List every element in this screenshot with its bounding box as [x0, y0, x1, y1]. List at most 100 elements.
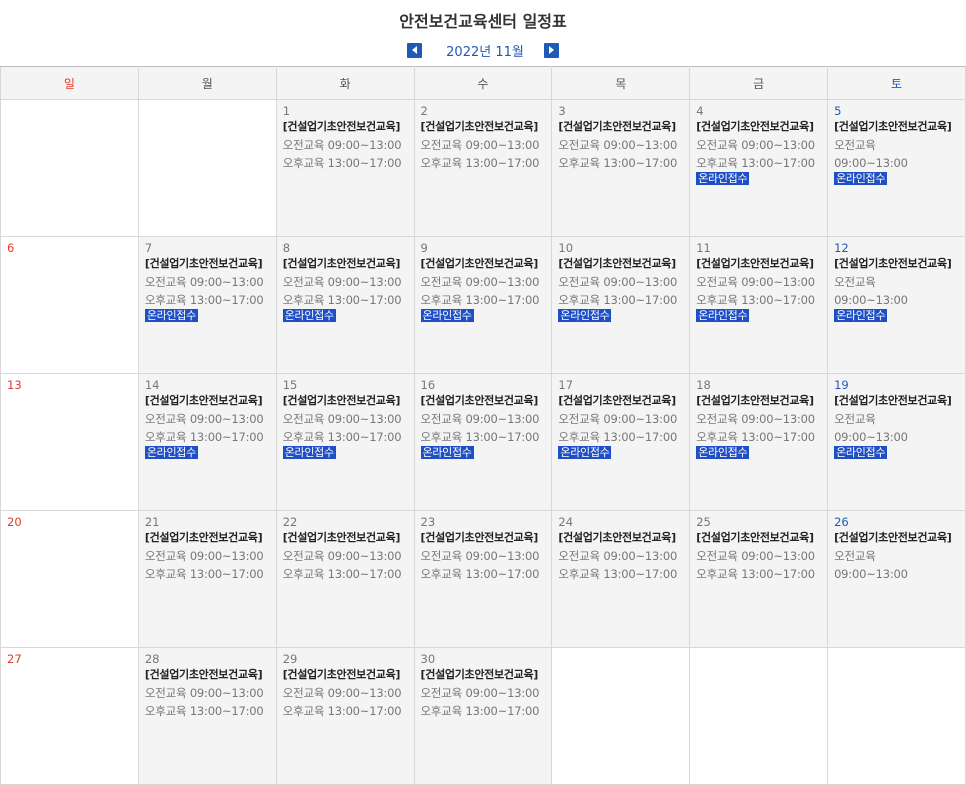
calendar-day-cell[interactable]: 2 [건설업기초안전보건교육] 오전교육 09:00~13:00 오후교육 13:00…: [413, 99, 553, 237]
calendar-day-cell[interactable]: 26 [건설업기초안전보건교육] 오전교육 09:00~13:00: [827, 510, 966, 648]
calendar-day-cell[interactable]: 23 [건설업기초안전보건교육] 오전교육 09:00~13:00 오후교육 13:0…: [413, 510, 553, 648]
online-registration-button[interactable]: 온라인접수: [144, 446, 198, 459]
day-number: 23: [420, 515, 436, 529]
online-registration-button[interactable]: 온라인접수: [420, 309, 474, 322]
afternoon-session: 오후교육 13:00~17:00: [696, 430, 815, 444]
calendar-day-cell[interactable]: 28 [건설업기초안전보건교육] 오전교육 09:00~13:00 오후교육 13:0…: [137, 647, 277, 785]
afternoon-session: 오후교육 13:00~17:00: [420, 156, 540, 170]
month-label: 2022년 11월: [446, 44, 524, 60]
calendar-body: 1 [건설업기초안전보건교육] 오전교육 09:00~13:00 오후교육 13:00…: [0, 99, 966, 785]
online-registration-button[interactable]: 온라인접수: [558, 309, 612, 322]
online-registration-button[interactable]: 온라인접수: [696, 446, 750, 459]
day-number: 15: [282, 378, 298, 392]
online-registration-button[interactable]: 온라인접수: [696, 309, 750, 322]
day-number: 25: [696, 515, 711, 529]
calendar-day-cell[interactable]: 20: [0, 510, 139, 648]
calendar-day-cell[interactable]: 16 [건설업기초안전보건교육] 오전교육 09:00~13:00 오후교육 13:0…: [413, 373, 553, 511]
course-title: [건설업기초안전보건교육]: [558, 120, 676, 133]
morning-session: 오전교육 09:00~13:00: [282, 686, 402, 700]
morning-session: 오전교육 09:00~13:00: [144, 686, 264, 700]
online-registration-button[interactable]: 온라인접수: [558, 446, 612, 459]
course-title: [건설업기초안전보건교육]: [420, 394, 539, 407]
day-number: 24: [558, 515, 574, 529]
day-number: 20: [7, 515, 22, 529]
weekday-header-thu: 목: [551, 66, 691, 100]
afternoon-session: 오후교육 13:00~17:00: [144, 704, 264, 718]
afternoon-session: 오후교육 13:00~17:00: [282, 567, 402, 581]
morning-session: 오전교육 09:00~13:00: [420, 412, 540, 426]
online-registration-button[interactable]: 온라인접수: [834, 172, 888, 185]
calendar-day-cell: [827, 647, 966, 785]
morning-session: 오전교육 09:00~13:00: [696, 412, 815, 426]
course-title: [건설업기초안전보건교육]: [144, 394, 263, 407]
calendar-day-cell[interactable]: 11 [건설업기초안전보건교육] 오전교육 09:00~13:00 오후교육 13:0…: [689, 236, 829, 374]
calendar-week-row: 6 7 [건설업기초안전보건교육] 오전교육 09:00~13:00 오후교육 13:0…: [0, 236, 966, 374]
calendar-day-cell[interactable]: 29 [건설업기초안전보건교육] 오전교육 09:00~13:00 오후교육 13:0…: [275, 647, 415, 785]
next-month-button[interactable]: [543, 42, 559, 58]
calendar-week-row: 1 [건설업기초안전보건교육] 오전교육 09:00~13:00 오후교육 13:00…: [0, 99, 966, 237]
course-title: [건설업기초안전보건교육]: [834, 257, 952, 270]
calendar-day-cell[interactable]: 3 [건설업기초안전보건교육] 오전교육 09:00~13:00 오후교육 13:00…: [551, 99, 691, 237]
course-title: [건설업기초안전보건교육]: [696, 394, 814, 407]
morning-session: 오전교육 09:00~13:00: [696, 138, 815, 152]
day-number: 5: [834, 104, 842, 118]
afternoon-session: 오후교육 13:00~17:00: [420, 430, 540, 444]
online-registration-button[interactable]: 온라인접수: [834, 309, 888, 322]
afternoon-session: 오후교육 13:00~17:00: [144, 567, 264, 581]
calendar-day-cell[interactable]: 6: [0, 236, 139, 374]
arrow-right-icon: [549, 46, 555, 54]
online-registration-button[interactable]: 온라인접수: [696, 172, 750, 185]
day-number: 21: [144, 515, 160, 529]
calendar-day-cell[interactable]: 10 [건설업기초안전보건교육] 오전교육 09:00~13:00 오후교육 13:0…: [551, 236, 691, 374]
calendar-day-cell[interactable]: 17 [건설업기초안전보건교육] 오전교육 09:00~13:00 오후교육 13:0…: [551, 373, 691, 511]
calendar-day-cell[interactable]: 9 [건설업기초안전보건교육] 오전교육 09:00~13:00 오후교육 13:00…: [413, 236, 553, 374]
calendar-day-cell[interactable]: 30 [건설업기초안전보건교육] 오전교육 09:00~13:00 오후교육 13:0…: [413, 647, 553, 785]
calendar-day-cell[interactable]: 12 [건설업기초안전보건교육] 오전교육 09:00~13:00 온라인접수: [827, 236, 966, 374]
afternoon-session: 오후교육 13:00~17:00: [696, 567, 815, 581]
calendar-day-cell[interactable]: 27: [0, 647, 139, 785]
day-number: 6: [7, 241, 15, 255]
day-number: 11: [696, 241, 711, 255]
calendar-day-cell[interactable]: 24 [건설업기초안전보건교육] 오전교육 09:00~13:00 오후교육 13:0…: [551, 510, 691, 648]
online-registration-button[interactable]: 온라인접수: [144, 309, 198, 322]
weekday-header-fri: 금: [689, 66, 829, 100]
day-number: 3: [558, 104, 566, 118]
morning-session-time: 09:00~13:00: [834, 156, 908, 170]
morning-session-label: 오전교육: [834, 138, 876, 152]
afternoon-session: 오후교육 13:00~17:00: [696, 156, 815, 170]
calendar-day-cell: [551, 647, 691, 785]
calendar-day-cell[interactable]: 25 [건설업기초안전보건교육] 오전교육 09:00~13:00 오후교육 13:0…: [689, 510, 829, 648]
calendar-day-cell[interactable]: 8 [건설업기초안전보건교육] 오전교육 09:00~13:00 오후교육 13:00…: [275, 236, 415, 374]
online-registration-button[interactable]: 온라인접수: [420, 446, 474, 459]
calendar-day-cell[interactable]: 4 [건설업기초안전보건교육] 오전교육 09:00~13:00 오후교육 13:00…: [689, 99, 829, 237]
morning-session: 오전교육 09:00~13:00: [282, 549, 402, 563]
day-number: 17: [558, 378, 574, 392]
day-number: 14: [144, 378, 160, 392]
online-registration-button[interactable]: 온라인접수: [834, 446, 888, 459]
course-title: [건설업기초안전보건교육]: [558, 257, 676, 270]
calendar-day-cell[interactable]: 5 [건설업기초안전보건교육] 오전교육 09:00~13:00 온라인접수: [827, 99, 966, 237]
day-number: 26: [834, 515, 849, 529]
calendar-day-cell[interactable]: 18 [건설업기초안전보건교육] 오전교육 09:00~13:00 오후교육 13:0…: [689, 373, 829, 511]
calendar-day-cell[interactable]: 21 [건설업기초안전보건교육] 오전교육 09:00~13:00 오후교육 13:0…: [137, 510, 277, 648]
calendar-day-cell[interactable]: 14 [건설업기초안전보건교육] 오전교육 09:00~13:00 오후교육 13:0…: [137, 373, 277, 511]
calendar-day-cell[interactable]: 1 [건설업기초안전보건교육] 오전교육 09:00~13:00 오후교육 13:00…: [275, 99, 415, 237]
morning-session-time: 09:00~13:00: [834, 430, 908, 444]
course-title: [건설업기초안전보건교육]: [834, 531, 952, 544]
calendar-day-cell[interactable]: 7 [건설업기초안전보건교육] 오전교육 09:00~13:00 오후교육 13:00…: [137, 236, 277, 374]
calendar-table: 일 월 화 수 목 금 토 1 [건설업기초안전보건교육] 오전교육 09:00~1…: [0, 66, 966, 785]
morning-session-label: 오전교육: [834, 412, 876, 426]
course-title: [건설업기초안전보건교육]: [282, 531, 401, 544]
morning-session: 오전교육 09:00~13:00: [558, 275, 678, 289]
calendar-day-cell[interactable]: 13: [0, 373, 139, 511]
calendar-day-cell[interactable]: 19 [건설업기초안전보건교육] 오전교육 09:00~13:00 온라인접수: [827, 373, 966, 511]
course-title: [건설업기초안전보건교육]: [834, 394, 952, 407]
prev-month-button[interactable]: [407, 42, 423, 58]
day-number: 9: [420, 241, 428, 255]
online-registration-button[interactable]: 온라인접수: [282, 446, 336, 459]
online-registration-button[interactable]: 온라인접수: [282, 309, 336, 322]
morning-session-label: 오전교육: [834, 549, 876, 563]
calendar-day-cell[interactable]: 22 [건설업기초안전보건교육] 오전교육 09:00~13:00 오후교육 13:0…: [275, 510, 415, 648]
calendar-day-cell[interactable]: 15 [건설업기초안전보건교육] 오전교육 09:00~13:00 오후교육 13:0…: [275, 373, 415, 511]
course-title: [건설업기초안전보건교육]: [144, 668, 263, 681]
